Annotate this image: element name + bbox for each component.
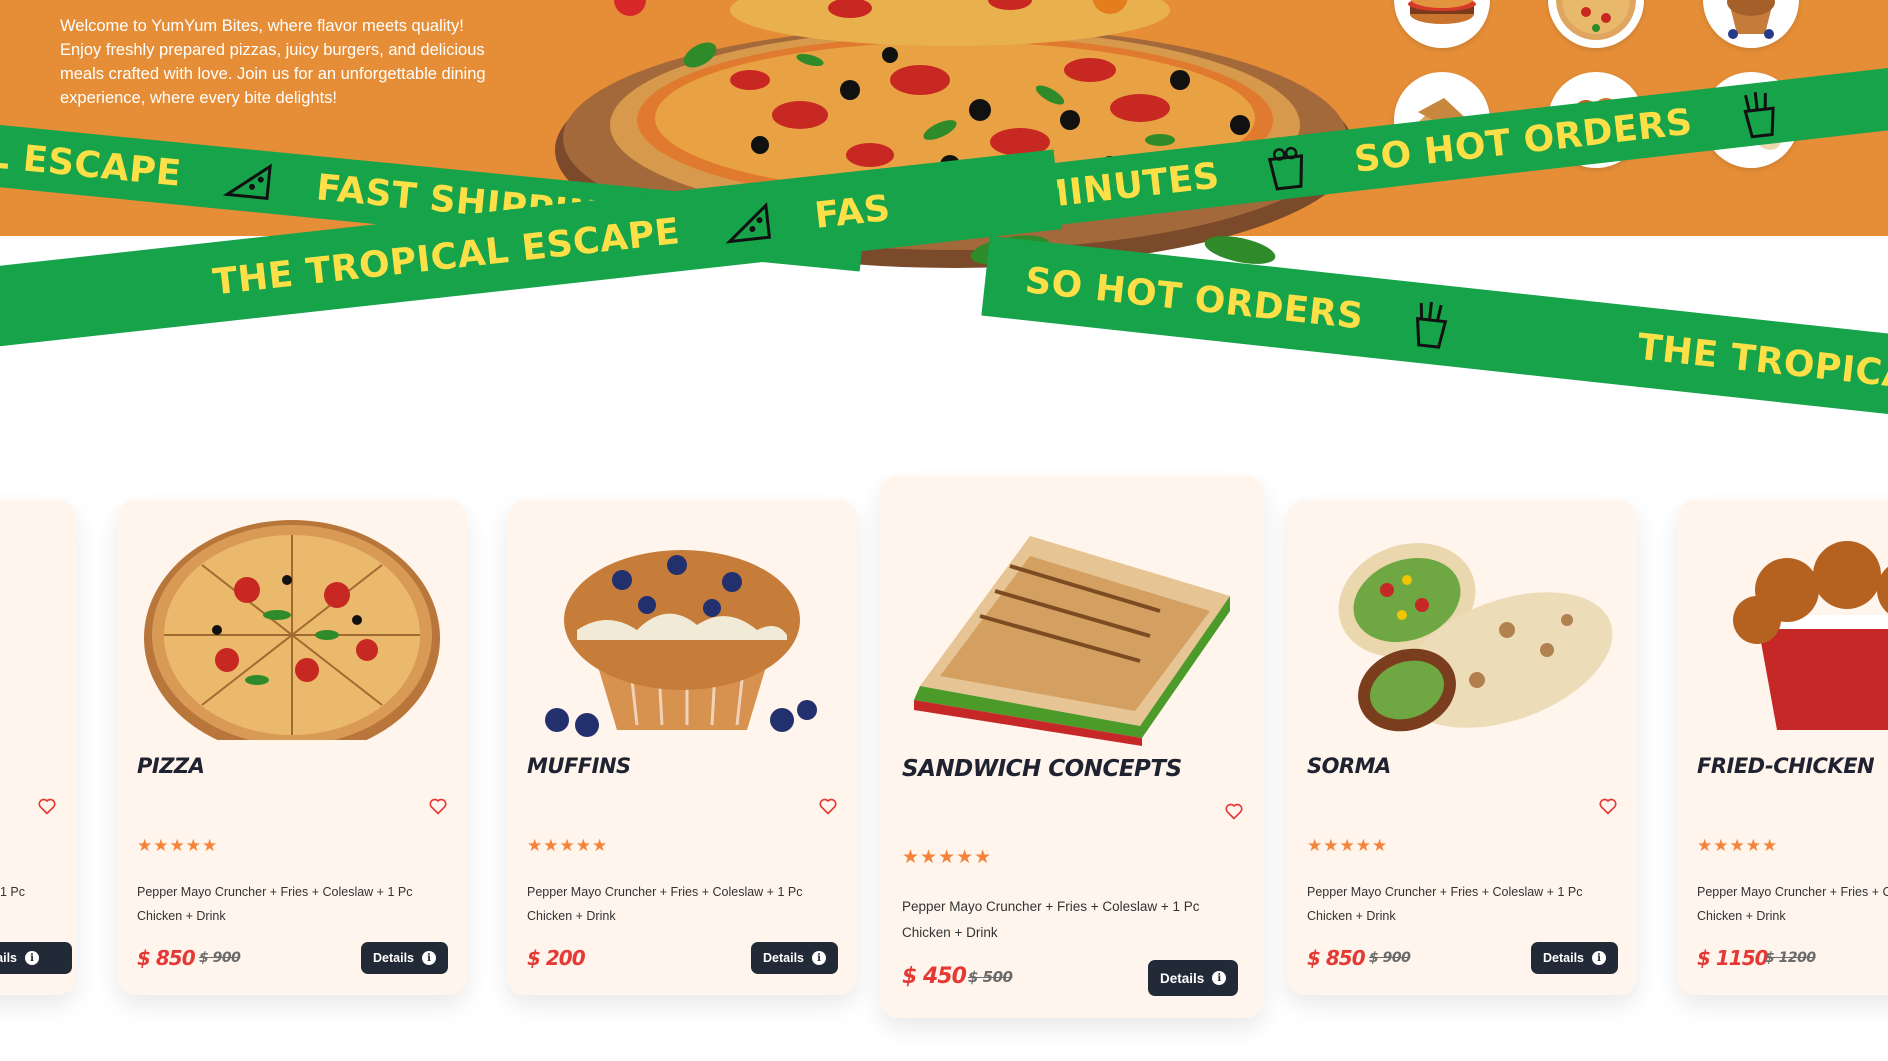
category-muffin[interactable] [1703, 0, 1799, 48]
product-title: PIZZA [137, 754, 205, 778]
product-card-sandwich-concepts[interactable]: SANDWICH CONCEPTS ★★★★★ Pepper Mayo Crun… [880, 476, 1264, 1018]
product-desc: Pepper Mayo Cruncher + Fries + Coleslaw … [902, 899, 1200, 940]
product-card-sorma[interactable]: SORMA ★★★★★ Pepper Mayo Cruncher + Fries… [1287, 500, 1637, 995]
product-price: $ 450 [902, 964, 967, 989]
details-button[interactable]: Details i [1148, 960, 1239, 996]
rating-stars: ★★★★★ [1307, 836, 1389, 855]
info-icon: i [1592, 951, 1606, 965]
pizza-slice-icon [725, 202, 771, 244]
info-icon: i [25, 951, 40, 965]
product-card-fried-chicken[interactable]: FRIED-CHICKEN ★★★★★ Pepper Mayo Cruncher… [1677, 500, 1888, 995]
heart-icon[interactable] [37, 796, 57, 816]
product-old-price: $ 500 [968, 968, 1013, 986]
details-button-label: Details [763, 951, 804, 965]
product-old-price: $ 900 [1369, 950, 1411, 966]
product-card-pizza[interactable]: PIZZA ★★★★★ Pepper Mayo Cruncher + Fries… [117, 500, 467, 995]
details-button[interactable]: Details i [1531, 942, 1618, 974]
product-old-price: $ 900 [199, 950, 241, 966]
rating-stars: ★★★★★ [1697, 836, 1779, 855]
heart-icon[interactable] [818, 796, 838, 816]
details-button[interactable]: tails i [0, 942, 72, 974]
info-icon: i [812, 951, 826, 965]
product-old-price: $ 1200 [1765, 950, 1816, 966]
product-desc: Pepper Mayo Cruncher + Fries + Coleslaw … [1307, 885, 1583, 923]
category-pizza[interactable] [1548, 0, 1644, 48]
product-card-partial-left: 1 Pc tails i [0, 500, 76, 995]
page: Welcome to YumYum Bites, where flavor me… [0, 0, 1888, 1061]
product-price: $ 850 [137, 946, 196, 970]
ribbon-text: THE TROPICAL [1635, 326, 1888, 400]
fries-icon [1415, 301, 1448, 349]
product-title: MUFFINS [527, 754, 631, 778]
category-burger[interactable] [1394, 0, 1490, 48]
product-title: SORMA [1307, 754, 1391, 778]
burger-icon [1408, 0, 1476, 24]
details-button-label: Details [1543, 951, 1584, 965]
muffin-image [545, 550, 817, 737]
product-desc: Pepper Mayo Cruncher + Fries + Coleslaw … [137, 885, 413, 923]
product-desc: Pepper Mayo Cruncher + Fries + C Chicken… [1697, 885, 1888, 923]
popcorn-bucket-icon [1267, 146, 1304, 191]
product-price: $ 1150 [1697, 946, 1769, 970]
pizza-slice-icon [223, 163, 273, 201]
muffin-icon [1727, 0, 1775, 39]
product-price: $ 850 [1307, 946, 1366, 970]
heart-icon[interactable] [1598, 796, 1618, 816]
product-title: SANDWICH CONCEPTS [902, 756, 1182, 782]
product-price: $ 200 [527, 946, 586, 970]
pizza-icon [1556, 0, 1636, 40]
product-card-muffins[interactable]: MUFFINS ★★★★★ Pepper Mayo Cruncher + Fri… [507, 500, 857, 995]
details-button[interactable]: Details i [361, 942, 448, 974]
product-title: FRIED-CHICKEN [1697, 754, 1875, 778]
ribbon-text: L ESCAPE [0, 134, 184, 195]
ribbon-text: FAS [812, 187, 893, 237]
info-icon: i [1212, 971, 1227, 985]
details-button-label: tails [0, 951, 18, 965]
ribbon-text: SO HOT ORDERS [1023, 259, 1366, 338]
fried-chicken-image [1733, 541, 1888, 730]
heart-icon[interactable] [428, 796, 448, 816]
details-button-label: Details [1160, 970, 1205, 986]
info-icon: i [422, 951, 436, 965]
heart-icon[interactable] [1224, 801, 1244, 821]
promo-ribbon-bottom-right: SO HOT ORDERS THE TROPICAL [981, 236, 1888, 419]
sandwich-image [914, 536, 1230, 746]
pizza-image [144, 520, 440, 740]
rating-stars: ★★★★★ [527, 836, 609, 855]
product-desc: Pepper Mayo Cruncher + Fries + Coleslaw … [527, 885, 803, 923]
fries-icon [1743, 91, 1775, 139]
product-desc: 1 Pc [0, 885, 26, 899]
hero-welcome-text: Welcome to YumYum Bites, where flavor me… [60, 17, 486, 107]
details-button-label: Details [373, 951, 414, 965]
rating-stars: ★★★★★ [902, 847, 993, 868]
rating-stars: ★★★★★ [137, 836, 219, 855]
details-button[interactable]: Details i [751, 942, 838, 974]
wrap-image [1338, 543, 1613, 732]
